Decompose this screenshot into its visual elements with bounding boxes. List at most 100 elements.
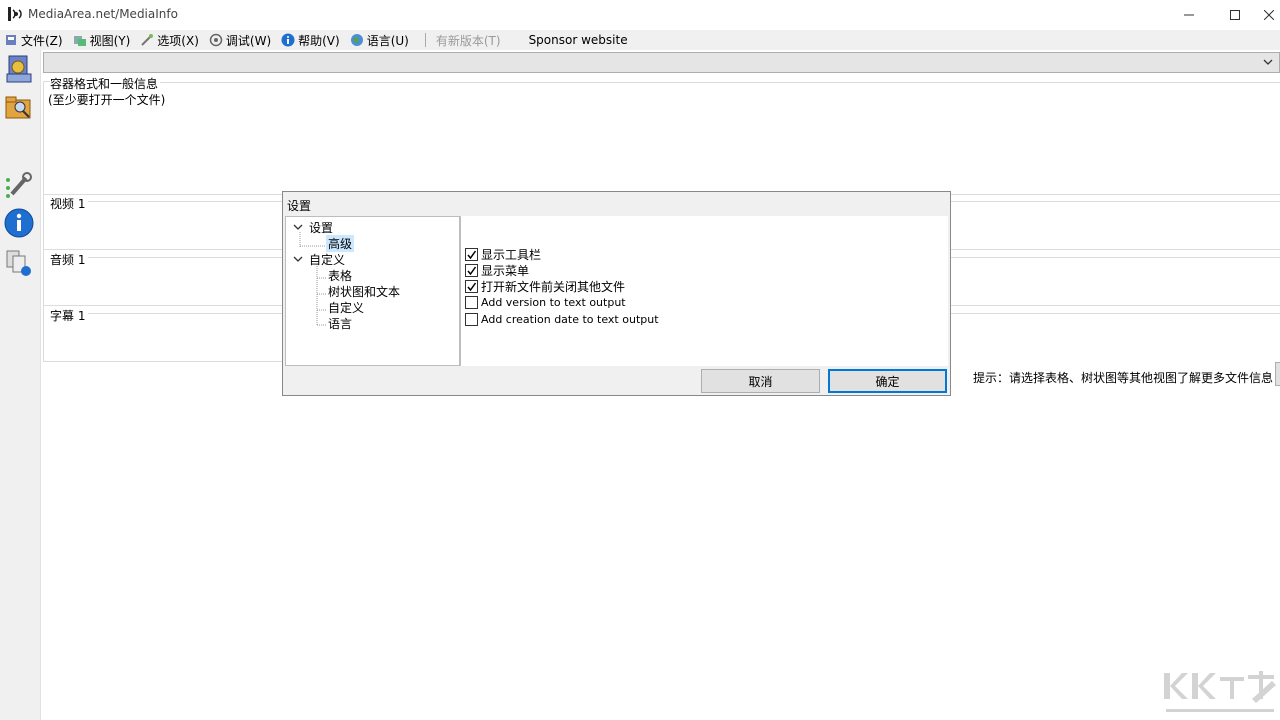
ok-button-label: 确定 [875, 374, 900, 389]
window-title: MediaArea.net/MediaInfo [28, 7, 178, 21]
preferences-button[interactable] [2, 168, 36, 202]
open-folder-icon [5, 96, 31, 119]
general-section-subtitle: (至少要打开一个文件) [48, 93, 166, 107]
close-button[interactable] [1258, 0, 1280, 30]
cancel-button[interactable]: 取消 [701, 369, 820, 393]
menu-newer-version: 有新版本(T) [432, 30, 505, 50]
menu-language-label: 语言(U) [366, 33, 409, 48]
menu-options-label: 选项(X) [157, 33, 199, 48]
option-add-creation-date-label: Add creation date to text output [481, 313, 659, 326]
menu-view-label: 视图(Y) [89, 33, 131, 48]
tree-item-language[interactable]: 语言 [328, 315, 352, 332]
menu-debug-label: 调试(W) [225, 33, 272, 48]
option-show-toolbar-label: 显示工具栏 [481, 248, 542, 262]
menu-view[interactable]: 视图(Y) [69, 30, 135, 50]
tree-item-customize[interactable]: 自定义 [309, 251, 345, 268]
tree-item-sheet[interactable]: 表格 [328, 267, 352, 284]
chevron-down-icon [1263, 59, 1273, 65]
maximize-icon [1230, 10, 1240, 20]
divider [43, 81, 50, 82]
menu-sponsor-label: Sponsor website [528, 33, 628, 47]
menu-newer-version-label: 有新版本(T) [435, 33, 501, 48]
debug-icon [209, 33, 223, 47]
subtitle-section-title: 字幕 1 [50, 309, 86, 323]
option-show-menu-label: 显示菜单 [481, 264, 530, 278]
menu-bar: 文件(Z) 视图(Y) 选项(X) 调试(W) 帮助(V) 语言(U) 有新版本… [0, 30, 1280, 50]
option-add-version-label: Add version to text output [481, 296, 626, 309]
option-show-toolbar[interactable]: 显示工具栏 [465, 246, 541, 263]
settings-tree: 设置 高级 自定义 表格 树状图和文本 自定义 语言 [285, 216, 460, 366]
divider [43, 82, 44, 362]
minimize-icon [1184, 14, 1194, 16]
chevron-down-icon[interactable] [293, 254, 303, 264]
open-folder-button[interactable] [2, 90, 36, 124]
menu-sponsor-website[interactable]: Sponsor website [525, 30, 632, 50]
tree-item-custom-label: 自定义 [328, 301, 365, 315]
checkbox-checked[interactable] [465, 248, 478, 261]
about-button[interactable] [2, 206, 36, 240]
checkbox-unchecked[interactable] [465, 296, 478, 309]
menu-file-label: 文件(Z) [21, 33, 63, 48]
option-close-before-open-label: 打开新文件前关闭其他文件 [481, 280, 626, 294]
menu-options[interactable]: 选项(X) [136, 30, 203, 50]
menu-debug[interactable]: 调试(W) [205, 30, 275, 50]
tree-item-tree-text-label: 树状图和文本 [328, 285, 401, 299]
options-icon [141, 34, 154, 46]
dialog-title: 设置 [287, 199, 312, 213]
open-file-icon [6, 55, 32, 83]
hint-button-edge[interactable] [1275, 362, 1280, 386]
general-section-title: 容器格式和一般信息 [50, 77, 159, 91]
tree-item-advanced[interactable]: 高级 [326, 235, 355, 252]
option-add-version[interactable]: Add version to text output [465, 296, 626, 309]
globe-icon [350, 34, 363, 46]
info-icon [4, 208, 34, 238]
title-bar: MediaArea.net/MediaInfo [0, 0, 1280, 30]
wrench-icon [6, 172, 32, 198]
left-toolbar [0, 50, 41, 720]
minimize-button[interactable] [1166, 0, 1212, 30]
option-show-menu[interactable]: 显示菜单 [465, 262, 529, 279]
mediainfo-logo-icon [8, 7, 22, 21]
chevron-down-icon[interactable] [293, 222, 303, 232]
checkbox-unchecked[interactable] [465, 313, 478, 326]
kkx-watermark-logo [1164, 671, 1276, 712]
help-icon [281, 33, 295, 47]
ok-button[interactable]: 确定 [828, 369, 947, 393]
open-file-button[interactable] [2, 52, 36, 86]
checkmark-icon [467, 266, 477, 276]
tree-item-custom[interactable]: 自定义 [328, 299, 364, 316]
maximize-button[interactable] [1212, 0, 1258, 30]
tree-item-sheet-label: 表格 [328, 269, 353, 283]
file-icon [6, 35, 16, 45]
tree-item-settings-label: 设置 [309, 221, 334, 235]
checkbox-checked[interactable] [465, 280, 478, 293]
option-close-before-open[interactable]: 打开新文件前关闭其他文件 [465, 278, 625, 295]
view-icon [73, 36, 86, 46]
tree-item-language-label: 语言 [328, 317, 353, 331]
checkmark-icon [467, 250, 477, 260]
video-section-title: 视频 1 [50, 197, 86, 211]
menu-separator [424, 33, 426, 47]
file-select-combobox[interactable] [43, 52, 1280, 73]
settings-dialog: 设置 设置 高级 自定义 表格 树状图和文本 自定义 语言 显示工具栏 显示菜单… [282, 191, 951, 396]
tree-item-advanced-label: 高级 [326, 235, 355, 252]
menu-file[interactable]: 文件(Z) [0, 30, 67, 50]
menu-help[interactable]: 帮助(V) [277, 30, 344, 50]
advanced-settings-panel: 显示工具栏 显示菜单 打开新文件前关闭其他文件 Add version to t… [460, 216, 948, 366]
close-icon [1264, 10, 1274, 20]
menu-language[interactable]: 语言(U) [346, 30, 413, 50]
tree-item-customize-label: 自定义 [309, 253, 346, 267]
audio-section-title: 音频 1 [50, 253, 86, 267]
menu-help-label: 帮助(V) [298, 33, 340, 48]
tree-item-settings[interactable]: 设置 [309, 219, 333, 236]
tree-item-tree-text[interactable]: 树状图和文本 [328, 283, 400, 300]
divider [43, 361, 283, 362]
checkbox-checked[interactable] [465, 264, 478, 277]
option-add-creation-date[interactable]: Add creation date to text output [465, 313, 659, 326]
hint-text: 提示：请选择表格、树状图等其他视图了解更多文件信息 [973, 371, 1274, 385]
cancel-button-label: 取消 [748, 374, 773, 389]
divider [160, 82, 1280, 83]
checkmark-icon [467, 282, 477, 292]
export-button[interactable] [2, 246, 36, 280]
documents-icon [6, 250, 31, 276]
